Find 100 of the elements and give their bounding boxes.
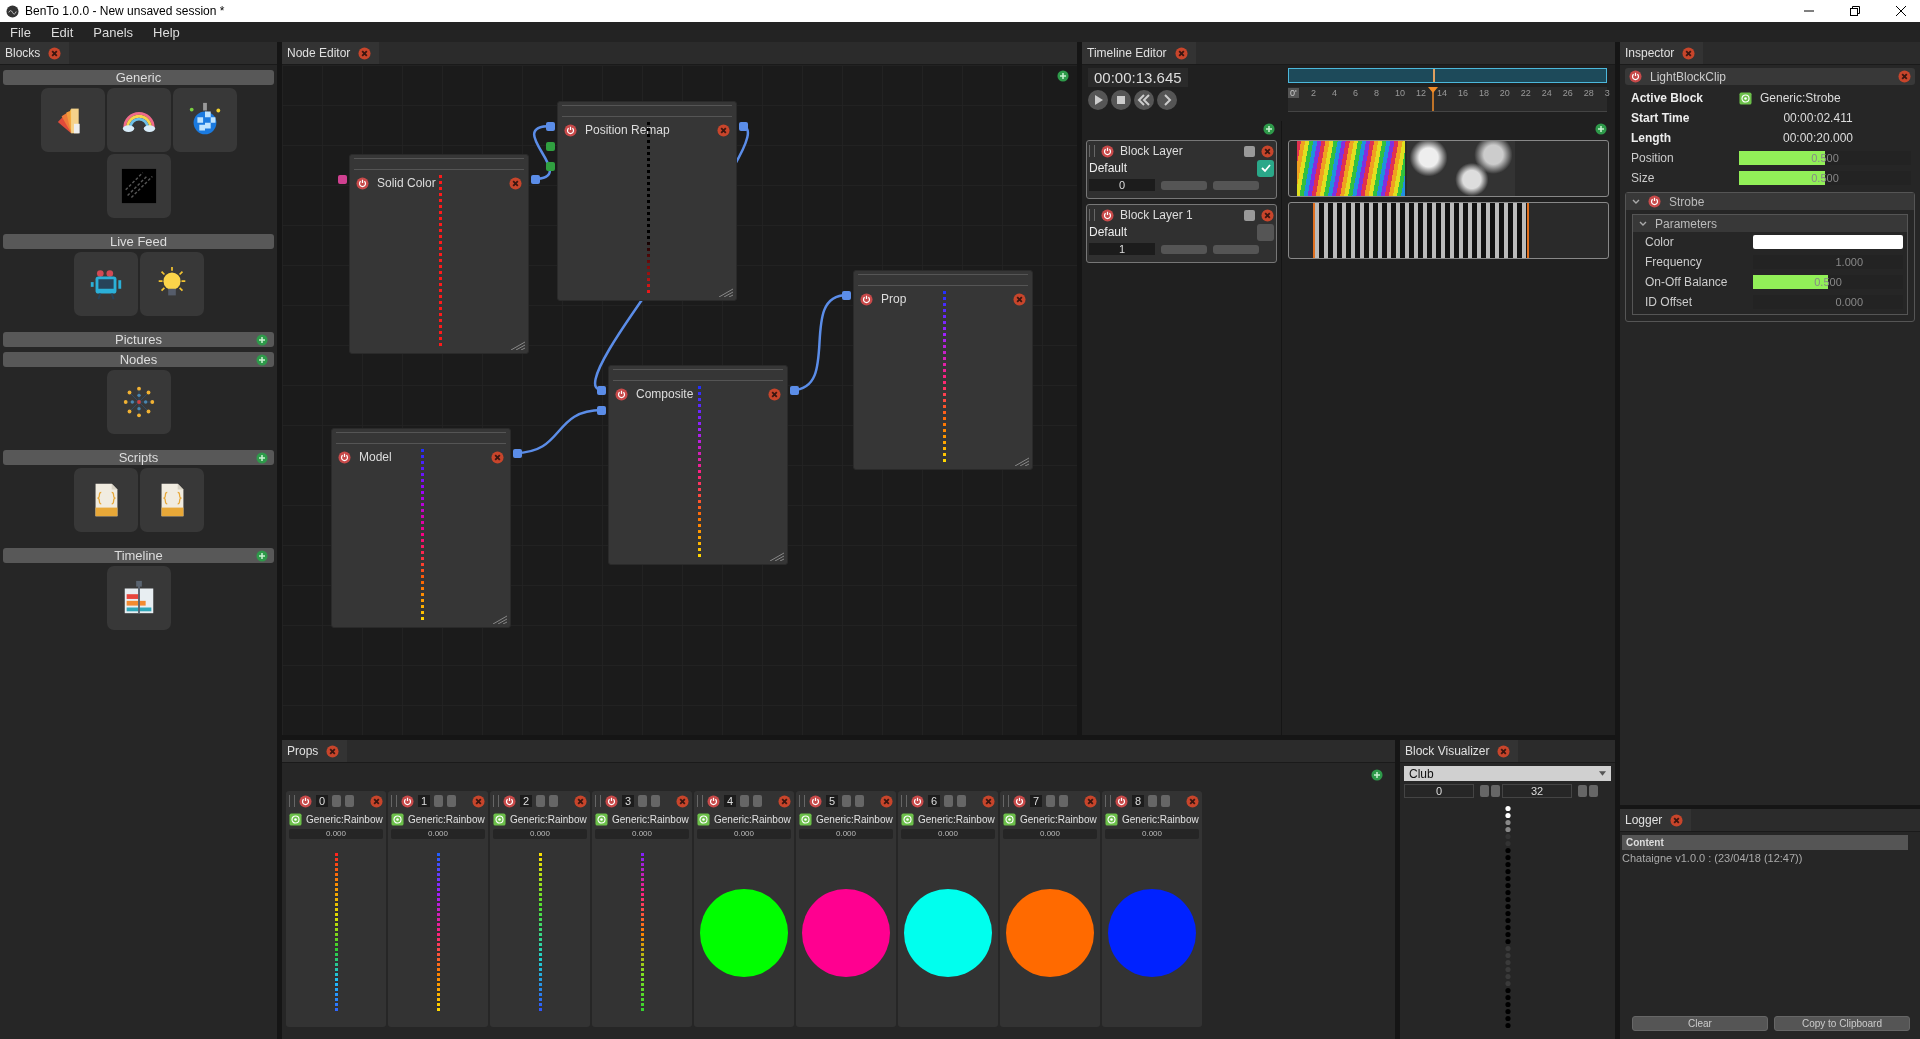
section-header[interactable]: Pictures [3,332,274,347]
decrement-button[interactable] [1046,795,1056,807]
strobe-clip-thumbnail[interactable] [1313,203,1529,258]
value-field[interactable]: 0.000 [1003,829,1097,839]
enable-checkbox[interactable] [1257,159,1274,177]
layer-card[interactable]: Block Layer Default 0 [1086,140,1277,199]
next-button[interactable] [1157,90,1177,110]
layer-card[interactable]: Block Layer 1 Default 1 [1086,204,1277,263]
block-tile[interactable] [40,88,105,152]
block-tile[interactable] [73,468,138,532]
logger-button[interactable]: Copy to Clipboard [1774,1016,1910,1031]
input-port[interactable] [338,175,347,184]
layer-track[interactable] [1288,202,1609,259]
power-icon[interactable] [605,794,618,808]
value-field[interactable]: 0.000 [697,829,791,839]
prop-id-field[interactable]: 5 [826,795,839,807]
count-field[interactable]: 32 [1502,784,1572,798]
power-icon[interactable] [338,450,351,464]
panel-tab[interactable]: Props [282,740,348,762]
value-field[interactable]: 0.000 [1105,829,1199,839]
input-port[interactable] [597,386,606,395]
value-field[interactable]: 0.000 [493,829,587,839]
rainbow-clip-thumbnail[interactable] [1297,141,1405,196]
increment-button[interactable] [753,795,763,807]
decrement-button[interactable] [1578,785,1587,797]
prop-card[interactable]: 3 Generic:Rainbow 0.000 [592,791,692,1027]
power-icon[interactable] [1629,70,1642,83]
decrement-button[interactable] [638,795,648,807]
prop-id-field[interactable]: 3 [622,795,635,807]
input-port[interactable] [546,122,555,131]
grip-lines[interactable] [493,795,499,807]
prop-id-field[interactable]: 8 [1132,795,1145,807]
block-tile[interactable] [139,252,204,316]
grip-lines[interactable] [1105,795,1111,807]
increment-button[interactable] [855,795,865,807]
prop-id-field[interactable]: 6 [928,795,941,807]
power-icon[interactable] [1101,208,1114,222]
panel-tab[interactable]: Blocks [0,42,70,64]
increment-button[interactable] [1059,795,1069,807]
power-icon[interactable] [356,176,369,190]
input-port[interactable] [546,142,555,151]
timeline-overview-bar[interactable] [1288,68,1607,83]
increment-button[interactable] [1213,244,1259,254]
resize-grip-icon[interactable] [509,340,525,350]
resize-grip-icon[interactable] [717,287,733,297]
logger-button[interactable]: Clear [1632,1016,1768,1031]
prop-card[interactable]: 6 Generic:Rainbow 0.000 [898,791,998,1027]
enable-checkbox[interactable] [1257,223,1274,241]
panel-tab[interactable]: Timeline Editor [1082,42,1196,64]
group-header[interactable]: Parameters [1633,215,1907,232]
resize-grip-icon[interactable] [768,551,784,561]
grip-lines[interactable] [595,795,601,807]
power-icon[interactable] [1101,144,1114,158]
block-tile[interactable] [106,566,171,630]
prop-card[interactable]: 1 Generic:Rainbow 0.000 [388,791,488,1027]
add-icon[interactable] [1263,123,1275,135]
power-icon[interactable] [1648,195,1661,208]
start-field[interactable]: 0 [1404,784,1474,798]
prop-dropdown[interactable]: Club [1404,766,1611,781]
increment-button[interactable] [447,795,457,807]
prop-id-field[interactable]: 7 [1030,795,1043,807]
grip-lines[interactable] [858,274,1028,286]
add-icon[interactable] [1057,70,1069,82]
menu-item[interactable]: Edit [50,24,94,40]
color-swatch[interactable] [1753,235,1903,249]
toggle-square[interactable] [1244,209,1255,221]
block-tile[interactable] [106,370,171,434]
input-port[interactable] [842,291,851,300]
grip-lines[interactable] [354,158,524,170]
grip-lines[interactable] [901,795,907,807]
input-port[interactable] [597,406,606,415]
power-icon[interactable] [299,794,312,808]
power-icon[interactable] [860,292,873,306]
section-header[interactable]: Live Feed [3,234,274,249]
toggle-square[interactable] [1244,145,1255,157]
increment-button[interactable] [1589,785,1598,797]
input-port[interactable] [546,162,555,171]
add-icon[interactable] [1371,769,1383,781]
grip-lines[interactable] [1089,209,1095,221]
panel-tab[interactable]: Block Visualizer [1400,740,1519,762]
prop-card[interactable]: 7 Generic:Rainbow 0.000 [1000,791,1100,1027]
section-header[interactable]: Timeline [3,548,274,563]
prop-id-field[interactable]: 2 [520,795,533,807]
resize-grip-icon[interactable] [491,614,507,624]
value-field[interactable]: 0.000 [595,829,689,839]
section-header[interactable]: Strobe [1626,193,1914,210]
value-field[interactable]: 0.000 [289,829,383,839]
decrement-button[interactable] [1148,795,1158,807]
power-icon[interactable] [564,123,577,137]
power-icon[interactable] [615,387,628,401]
grip-lines[interactable] [562,105,732,117]
grip-lines[interactable] [1089,145,1095,157]
prop-id-field[interactable]: 0 [316,795,329,807]
decrement-button[interactable] [740,795,750,807]
panel-tab[interactable]: Logger [1620,809,1692,831]
power-icon[interactable] [707,794,720,808]
chevron-icon[interactable] [1639,219,1647,228]
increment-button[interactable] [957,795,967,807]
restore-icon[interactable] [1850,6,1860,16]
decrement-button[interactable] [944,795,954,807]
